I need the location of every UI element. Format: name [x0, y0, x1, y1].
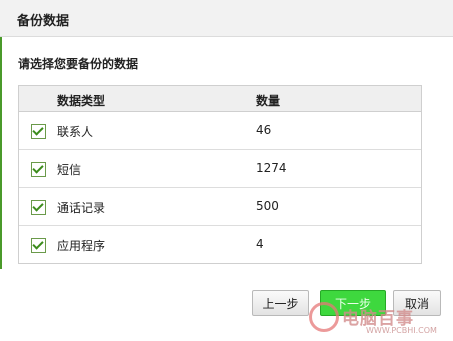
row-type-label: 通话记录	[57, 201, 106, 215]
checkbox-call-log[interactable]	[31, 200, 46, 215]
previous-step-button[interactable]: 上一步	[252, 290, 309, 316]
checkbox-sms[interactable]	[31, 162, 46, 177]
watermark-url: WWW.PCBHI.COM	[366, 326, 437, 335]
accent-side-line	[0, 37, 2, 269]
table-row[interactable]: 联系人 46	[19, 112, 421, 150]
checkbox-apps[interactable]	[31, 238, 46, 253]
data-table: 数据类型 数量 联系人 46 短信 1274 通话记录 500 应用程序 4	[18, 85, 422, 264]
table-row[interactable]: 应用程序 4	[19, 226, 421, 263]
row-count-value: 46	[256, 123, 272, 137]
cancel-button[interactable]: 取消	[393, 290, 441, 316]
row-type-label: 应用程序	[57, 239, 106, 253]
table-row[interactable]: 短信 1274	[19, 150, 421, 188]
next-step-button[interactable]: 下一步	[320, 290, 386, 316]
row-count-value: 500	[256, 199, 279, 213]
title-bar: 备份数据	[0, 0, 453, 37]
row-count-value: 1274	[256, 161, 287, 175]
table-header: 数据类型 数量	[19, 86, 421, 112]
row-type-label: 联系人	[57, 125, 94, 139]
column-header-type: 数据类型	[57, 94, 106, 108]
row-type-label: 短信	[57, 163, 82, 177]
row-count-value: 4	[256, 237, 264, 251]
section-title: 请选择您要备份的数据	[18, 57, 139, 71]
table-row[interactable]: 通话记录 500	[19, 188, 421, 226]
checkbox-contacts[interactable]	[31, 124, 46, 139]
column-header-count: 数量	[256, 94, 281, 108]
window-title: 备份数据	[17, 14, 70, 29]
